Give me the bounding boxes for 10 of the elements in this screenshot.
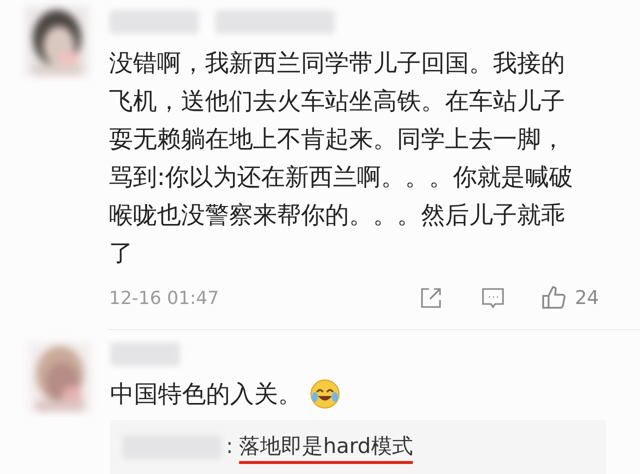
reply-text: 落地即是hard模式 <box>239 432 413 460</box>
comment-icon[interactable] <box>480 286 505 310</box>
separator-colon: : <box>226 432 234 460</box>
comment-text: 中国特色的入关。 <box>110 378 302 410</box>
thumbs-up-icon <box>540 285 567 312</box>
comment-text: 没错啊，我新西兰同学带儿子回国。我接的飞机，送他们去火车站坐高铁。在车站儿子耍无赖躺在地上不肯起来。同学上去一脚，骂到:你以为还在新西兰啊。。。你就是喊破喉咙也没警察来帮你的。。。然后儿子就乖了 <box>109 48 574 269</box>
like-button[interactable]: 24 <box>540 284 599 312</box>
timestamp: 12-16 01:47 <box>109 286 219 311</box>
blurred-name <box>110 342 180 366</box>
share-icon[interactable] <box>418 286 443 310</box>
